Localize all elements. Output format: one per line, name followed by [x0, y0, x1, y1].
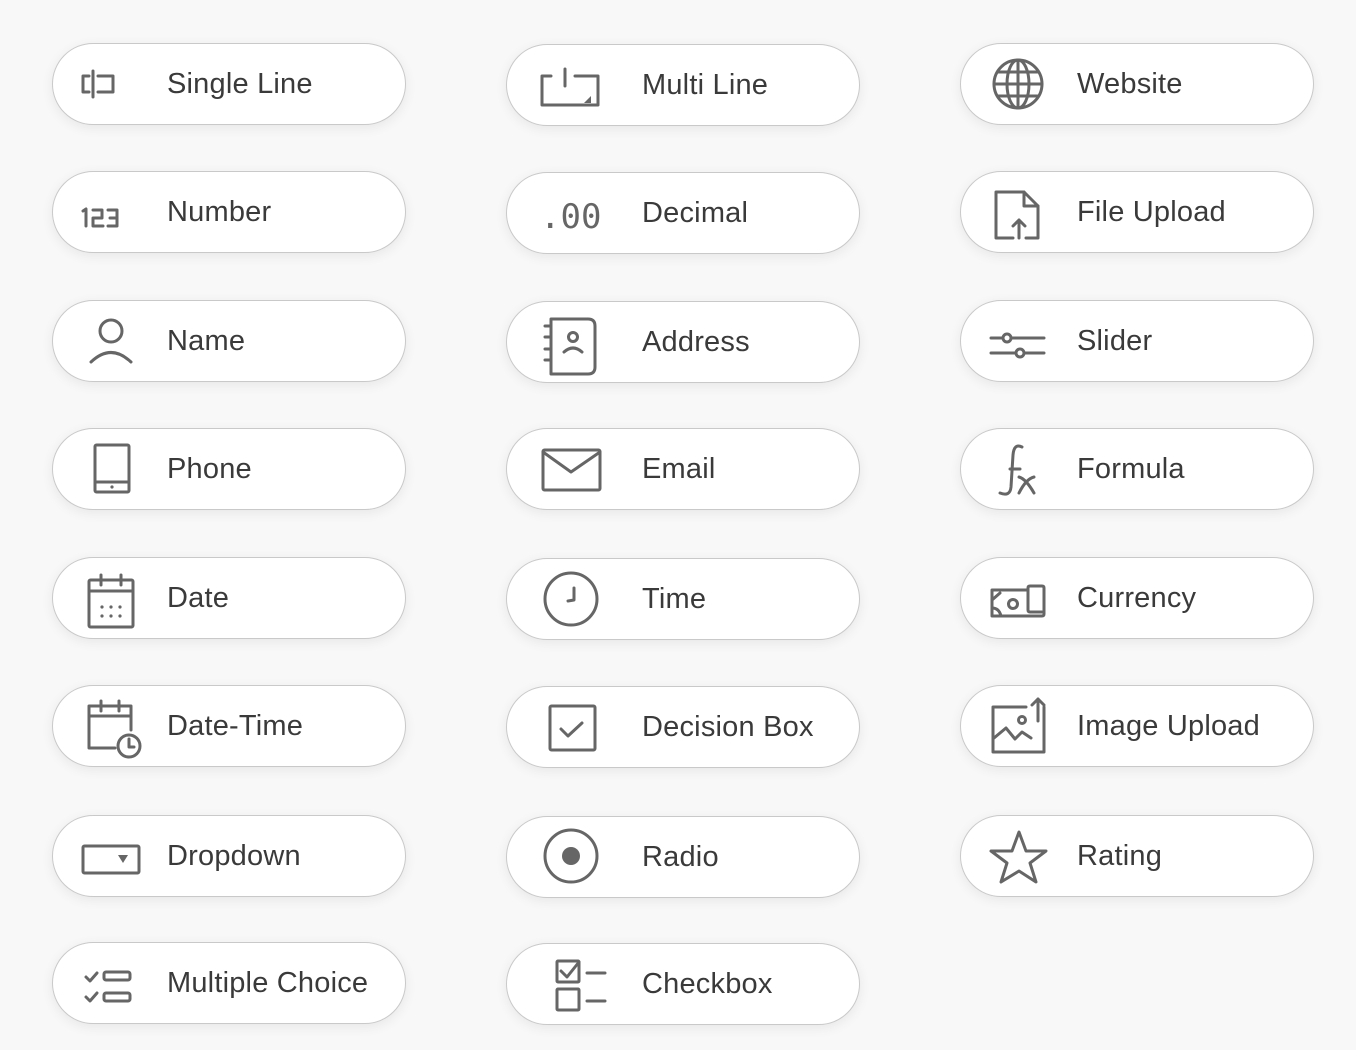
field-label: Date [167, 581, 230, 614]
multiple-choice-icon [79, 951, 143, 1015]
field-label: Slider [1077, 324, 1153, 357]
field-rating-button[interactable]: Rating [960, 815, 1314, 897]
field-label: Formula [1077, 452, 1185, 485]
envelope-icon [539, 437, 603, 501]
field-label: Radio [642, 840, 719, 873]
field-label: Checkbox [642, 967, 773, 1000]
field-formula-button[interactable]: Formula [960, 428, 1314, 510]
field-multiple-choice-button[interactable]: Multiple Choice [52, 942, 406, 1024]
slider-icon [986, 309, 1050, 373]
field-website-button[interactable]: Website [960, 43, 1314, 125]
field-label: Time [642, 582, 707, 615]
checkbox-list-icon [539, 952, 607, 1016]
field-label: Number [167, 195, 272, 228]
field-label: Single Line [167, 67, 313, 100]
field-label: Dropdown [167, 839, 301, 872]
field-checkbox-button[interactable]: Checkbox [506, 943, 860, 1025]
field-currency-button[interactable]: Currency [960, 557, 1314, 639]
field-file-upload-button[interactable]: File Upload [960, 171, 1314, 253]
radio-icon [539, 825, 603, 889]
single-line-icon [79, 52, 143, 116]
field-label: Multiple Choice [167, 966, 369, 999]
dropdown-icon [79, 824, 143, 888]
field-label: Address [642, 325, 750, 358]
field-label: Phone [167, 452, 252, 485]
field-label: Image Upload [1077, 709, 1260, 742]
phone-icon [79, 437, 143, 501]
field-label: Website [1077, 67, 1183, 100]
field-slider-button[interactable]: Slider [960, 300, 1314, 382]
calendar-icon [79, 566, 143, 630]
decimal-icon-text: .00 [540, 197, 601, 237]
field-decision-box-button[interactable]: Decision Box [506, 686, 860, 768]
field-label: Name [167, 324, 246, 357]
field-image-upload-button[interactable]: Image Upload [960, 685, 1314, 767]
field-time-button[interactable]: Time [506, 558, 860, 640]
field-address-button[interactable]: Address [506, 301, 860, 383]
field-date-button[interactable]: Date [52, 557, 406, 639]
field-radio-button[interactable]: Radio [506, 816, 860, 898]
address-book-icon [539, 310, 603, 376]
checked-box-icon [539, 695, 603, 759]
field-multi-line-button[interactable]: Multi Line [506, 44, 860, 126]
field-decimal-button[interactable]: .00 Decimal [506, 172, 860, 254]
number-123-icon [79, 180, 143, 244]
field-label: File Upload [1077, 195, 1226, 228]
image-upload-icon [986, 694, 1050, 758]
calendar-clock-icon [79, 694, 143, 759]
field-label: Email [642, 452, 716, 485]
field-email-button[interactable]: Email [506, 428, 860, 510]
field-label: Currency [1077, 581, 1197, 614]
person-icon [79, 309, 143, 373]
currency-note-icon [986, 566, 1050, 630]
field-label: Decimal [642, 196, 749, 229]
multi-line-icon [539, 53, 603, 117]
globe-icon [986, 52, 1050, 116]
formula-fx-icon [986, 437, 1050, 501]
field-date-time-button[interactable]: Date-Time [52, 685, 406, 767]
star-icon [986, 824, 1050, 888]
field-name-button[interactable]: Name [52, 300, 406, 382]
file-upload-icon [986, 180, 1050, 244]
field-label: Decision Box [642, 710, 814, 743]
field-number-button[interactable]: Number [52, 171, 406, 253]
field-phone-button[interactable]: Phone [52, 428, 406, 510]
field-dropdown-button[interactable]: Dropdown [52, 815, 406, 897]
clock-icon [539, 567, 603, 631]
field-label: Multi Line [642, 68, 769, 101]
field-label: Date-Time [167, 709, 304, 742]
decimal-icon: .00 [539, 181, 603, 245]
field-label: Rating [1077, 839, 1163, 872]
field-single-line-button[interactable]: Single Line [52, 43, 406, 125]
